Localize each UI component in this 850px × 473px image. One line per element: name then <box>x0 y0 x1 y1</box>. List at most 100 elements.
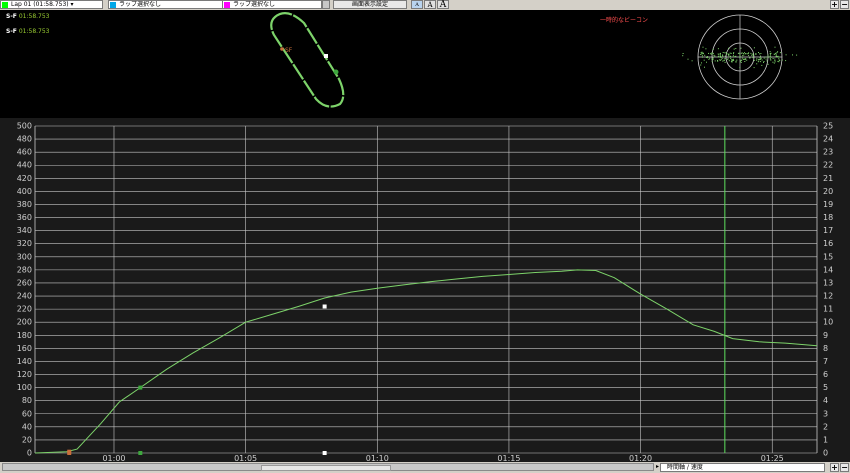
lap1-select[interactable]: Lap 01 (01:58.753) ▾ <box>0 0 103 9</box>
y2-tick-label: 25 <box>823 122 833 131</box>
g-point <box>741 57 743 59</box>
g-point <box>751 54 753 56</box>
g-point <box>702 53 704 55</box>
g-force-panel <box>650 11 850 117</box>
font-large-button[interactable]: A <box>437 0 449 10</box>
g-point <box>742 53 744 54</box>
g-point <box>763 61 765 62</box>
g-point <box>700 64 702 66</box>
trace-marker <box>138 385 143 390</box>
remove-panel-button[interactable]: − <box>840 0 849 9</box>
g-point <box>740 47 742 49</box>
g-point <box>714 55 716 57</box>
g-point <box>730 57 732 59</box>
g-point <box>773 62 775 64</box>
g-point <box>775 55 777 57</box>
y-tick-label: 380 <box>17 200 32 209</box>
g-point <box>709 53 711 55</box>
g-point <box>777 51 779 53</box>
g-point <box>774 46 776 48</box>
add-panel-button[interactable]: + <box>830 0 839 9</box>
lap3-dropdown-button[interactable] <box>322 0 330 9</box>
display-settings-button[interactable]: 画面表示設定 <box>333 0 407 9</box>
chart-markers <box>67 304 327 455</box>
g-point <box>701 51 703 53</box>
g-point <box>796 54 798 56</box>
g-point <box>706 61 707 63</box>
g-point <box>728 55 730 57</box>
g-point <box>753 59 755 61</box>
font-small-button[interactable]: A <box>411 0 423 9</box>
right-axis-labels: 0123456789101112131415161718192021222324… <box>823 122 833 458</box>
y2-tick-label: 14 <box>823 265 833 274</box>
axis-select[interactable]: 時間軸 / 速度 <box>660 463 825 472</box>
g-point <box>757 58 759 60</box>
g-point <box>735 55 737 57</box>
y2-tick-label: 24 <box>823 135 833 144</box>
g-point <box>721 57 723 59</box>
y-tick-label: 480 <box>17 135 32 144</box>
g-point <box>704 66 705 68</box>
speed-chart[interactable]: 0204060801001201401601802002202402602803… <box>0 118 850 464</box>
g-point <box>712 48 714 50</box>
g-point <box>736 59 738 61</box>
add-chart-button[interactable]: + <box>830 463 839 472</box>
g-point <box>700 54 702 55</box>
g-point <box>746 59 748 61</box>
g-point <box>706 56 708 57</box>
y-tick-label: 40 <box>22 422 32 431</box>
g-point <box>713 54 715 56</box>
g-point <box>774 58 776 60</box>
y2-tick-label: 23 <box>823 148 833 157</box>
g-point <box>753 67 755 69</box>
baseline-marker <box>67 451 72 455</box>
g-point <box>767 56 769 58</box>
g-point <box>765 56 767 58</box>
g-point <box>728 54 729 55</box>
y-tick-label: 360 <box>17 213 32 222</box>
y2-tick-label: 15 <box>823 252 833 261</box>
y2-tick-label: 21 <box>823 174 833 183</box>
y-tick-label: 100 <box>17 383 32 392</box>
g-point <box>712 52 714 54</box>
remove-chart-button[interactable]: − <box>840 463 849 472</box>
x-tick-label: 01:00 <box>102 454 125 462</box>
g-point <box>711 58 713 60</box>
y-tick-label: 340 <box>17 226 32 235</box>
y-tick-label: 140 <box>17 357 32 366</box>
g-point <box>727 59 729 60</box>
g-point <box>752 55 754 57</box>
g-point <box>767 54 769 56</box>
time-scrollbar[interactable] <box>2 463 654 471</box>
g-point <box>709 57 711 59</box>
lap1-color-swatch <box>2 2 8 8</box>
y-tick-label: 440 <box>17 161 32 170</box>
g-point <box>748 52 750 54</box>
g-point <box>760 55 761 57</box>
g-point <box>702 46 704 48</box>
g-point <box>743 58 745 60</box>
y-tick-label: 120 <box>17 370 32 379</box>
y2-tick-label: 5 <box>823 383 828 392</box>
time-scrollbar-thumb[interactable] <box>261 465 391 471</box>
y2-tick-label: 9 <box>823 331 828 340</box>
y-tick-label: 200 <box>17 318 32 327</box>
font-medium-button[interactable]: A <box>424 0 436 9</box>
y2-tick-label: 17 <box>823 226 833 235</box>
lap3-select[interactable]: ラップ選択なし <box>222 0 322 9</box>
track-map[interactable]: SF <box>4 11 645 117</box>
g-point <box>720 54 721 56</box>
g-point <box>738 52 740 54</box>
g-point <box>781 59 783 61</box>
g-point <box>730 52 732 54</box>
g-point <box>739 61 741 63</box>
y-tick-label: 260 <box>17 278 32 287</box>
x-tick-label: 01:10 <box>366 454 389 462</box>
g-point <box>785 60 787 62</box>
g-point <box>775 54 777 56</box>
g-point <box>755 54 757 55</box>
g-point <box>701 53 703 55</box>
g-point <box>769 56 771 58</box>
g-point <box>749 57 751 59</box>
g-point <box>722 52 724 53</box>
